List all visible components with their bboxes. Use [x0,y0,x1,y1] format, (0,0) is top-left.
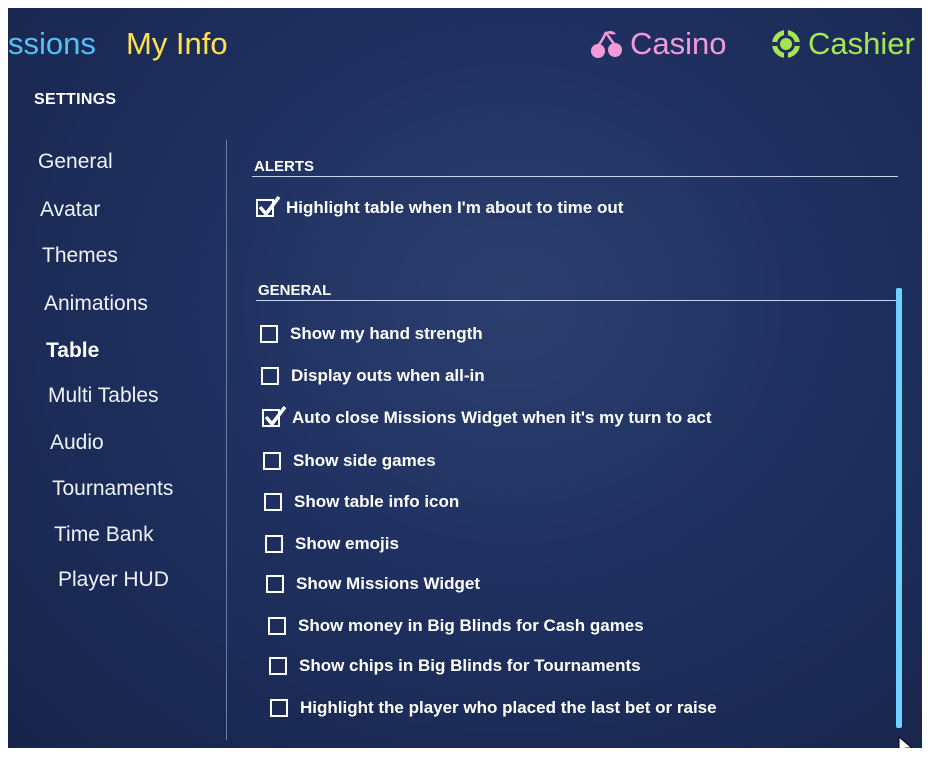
option-label: Show chips in Big Blinds for Tournaments [299,656,641,675]
option-chips-big-blinds[interactable]: Show chips in Big Blinds for Tournaments [269,656,641,676]
checkbox[interactable] [268,617,286,635]
option-money-big-blinds[interactable]: Show money in Big Blinds for Cash games [268,616,644,636]
checkbox[interactable] [265,535,283,553]
option-label: Show my hand strength [290,324,483,343]
sidebar-divider [226,140,227,740]
checkbox[interactable] [261,367,279,385]
option-show-table-info-icon[interactable]: Show table info icon [264,492,459,512]
sidebar-item-multi-tables[interactable]: Multi Tables [48,384,159,408]
checkbox[interactable] [269,657,287,675]
sidebar-item-table[interactable]: Table [46,339,99,363]
checkbox-checked[interactable] [256,195,281,217]
alerts-section-rule [252,176,898,177]
scrollbar[interactable] [896,288,902,728]
nav-cashier[interactable]: Cashier [770,26,915,62]
chip-icon [770,28,802,60]
nav-casino-label: Casino [630,26,727,61]
option-highlight-timeout[interactable]: Highlight table when I'm about to time o… [256,195,624,218]
option-label: Display outs when all-in [291,366,485,385]
option-label: Show Missions Widget [296,574,481,593]
option-label: Highlight the player who placed the last… [300,698,717,717]
option-label: Auto close Missions Widget when it's my … [292,408,712,427]
checkbox[interactable] [264,493,282,511]
option-show-side-games[interactable]: Show side games [263,451,436,471]
checkbox[interactable] [266,575,284,593]
top-navigation: ssions My Info Casino Cashier [8,14,922,74]
option-highlight-last-bet[interactable]: Highlight the player who placed the last… [270,698,717,718]
option-auto-close-missions[interactable]: Auto close Missions Widget when it's my … [262,405,712,428]
general-section-title: GENERAL [258,282,332,299]
settings-screen: ssions My Info Casino Cashier SETTINGS G… [0,0,932,760]
option-label: Highlight table when I'm about to time o… [286,198,624,217]
general-section-rule [256,300,896,301]
option-label: Show side games [293,451,436,470]
option-show-missions-widget[interactable]: Show Missions Widget [266,574,480,594]
option-show-hand-strength[interactable]: Show my hand strength [260,324,483,344]
frame-edge-top [0,0,932,8]
nav-casino[interactable]: Casino [590,26,727,62]
alerts-section-title: ALERTS [254,158,314,175]
sidebar-item-audio[interactable]: Audio [50,431,104,455]
option-label: Show emojis [295,534,399,553]
option-label: Show money in Big Blinds for Cash games [298,616,644,635]
sidebar-item-themes[interactable]: Themes [42,244,118,268]
sidebar-item-general[interactable]: General [38,150,113,174]
nav-missions[interactable]: ssions [8,26,96,62]
frame-edge-left [0,0,8,760]
nav-cashier-label: Cashier [808,26,915,61]
nav-my-info[interactable]: My Info [126,26,228,62]
sidebar-item-tournaments[interactable]: Tournaments [52,477,173,501]
sidebar-item-player-hud[interactable]: Player HUD [58,568,169,592]
option-label: Show table info icon [294,492,460,511]
option-show-emojis[interactable]: Show emojis [265,534,399,554]
frame-edge-right [922,0,932,760]
sidebar-item-avatar[interactable]: Avatar [40,198,100,222]
sidebar-item-animations[interactable]: Animations [44,292,148,316]
checkbox[interactable] [263,452,281,470]
frame-edge-bottom [0,748,932,760]
cherries-icon [590,28,624,60]
sidebar-item-time-bank[interactable]: Time Bank [54,523,154,547]
checkbox[interactable] [260,325,278,343]
checkbox-checked[interactable] [262,405,287,427]
checkbox[interactable] [270,699,288,717]
settings-title: SETTINGS [34,91,117,108]
option-display-outs[interactable]: Display outs when all-in [261,366,485,386]
